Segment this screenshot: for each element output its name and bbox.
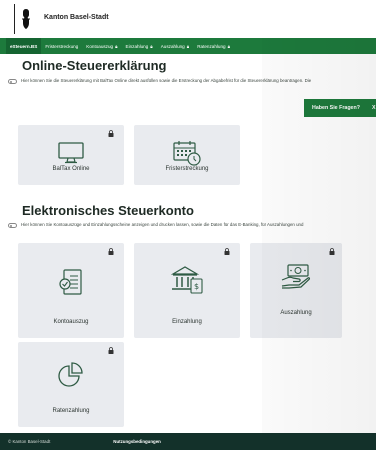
card-label: BalTax Online [52,166,90,172]
chat-help-button[interactable]: Haben Sie Fragen? X [304,99,376,117]
lock-icon: 🔒︎ [227,43,231,49]
bank-icon: $ [171,266,203,294]
brand-name: Kanton Basel-Stadt [44,14,109,21]
footer-terms-link[interactable]: Nutzungsbedingungen [113,439,161,444]
lock-icon: 🔒︎ [115,43,118,49]
info-toggle-icon[interactable] [8,223,17,228]
nav-item-ratenzahlung[interactable]: Ratenzahlung 🔒︎ [193,38,234,54]
card-auszahlung[interactable]: Auszahlung [250,243,342,338]
section-title-elektronisches-steuerkonto: Elektronisches Steuerkonto [22,203,194,218]
main-nav: eSteuern.BS Fristerstreckung Kontoauszug… [0,38,376,54]
nav-item-kontoauszug[interactable]: Kontoauszug 🔒︎ [82,38,121,54]
page-fold-shade [262,38,376,433]
section-info-text: Hier können Sie Kontoauszüge und Einzahl… [21,222,304,227]
basel-crest-logo[interactable] [14,4,36,34]
footer-copyright: © Kanton Basel-Stadt [8,439,51,444]
card-baltax-online[interactable]: BalTax Online [18,125,124,185]
lock-icon [108,248,114,255]
card-label: Fristerstreckung [165,166,209,172]
lock-icon: 🔒︎ [150,43,153,49]
card-ratenzahlung[interactable]: Ratenzahlung [18,342,124,427]
section-info-text: Hier können Sie die Steuererklärung mit … [21,78,312,83]
hand-money-icon [281,264,311,289]
calendar-clock-icon [173,141,201,166]
card-label: Kontoauszug [53,319,89,325]
info-toggle-icon[interactable] [8,79,17,84]
card-label: Auszahlung [280,310,312,316]
card-label: Ratenzahlung [52,408,90,414]
card-label: Einzahlung [172,319,202,325]
section-title-online-steuererklaerung: Online-Steuererklärung [22,58,167,73]
section-info-2: Hier können Sie Kontoauszüge und Einzahl… [8,222,368,228]
lock-icon [108,347,114,354]
lock-icon: 🔒︎ [186,43,190,49]
lock-icon [108,130,114,137]
nav-item-auszahlung[interactable]: Auszahlung 🔒︎ [157,38,193,54]
lock-icon [329,248,335,255]
pie-chart-icon [58,362,83,387]
footer: © Kanton Basel-Stadt Nutzungsbedingungen [0,433,376,450]
header: Kanton Basel-Stadt [0,0,376,38]
card-kontoauszug[interactable]: Kontoauszug [18,243,124,338]
section-info-1: Hier können Sie die Steuererklärung mit … [8,78,368,84]
nav-item-einzahlung[interactable]: Einzahlung 🔒︎ [122,38,157,54]
chat-close-icon[interactable]: X [372,105,376,111]
nav-item-esteuern[interactable]: eSteuern.BS [6,38,42,54]
chat-label: Haben Sie Fragen? [312,105,360,111]
monitor-icon [58,142,84,164]
nav-item-fristerstreckung[interactable]: Fristerstreckung [41,38,82,54]
svg-text:$: $ [194,282,199,291]
lock-icon [224,248,230,255]
document-check-icon [59,269,82,295]
card-einzahlung[interactable]: $ Einzahlung [134,243,240,338]
card-fristerstreckung[interactable]: Fristerstreckung [134,125,240,185]
